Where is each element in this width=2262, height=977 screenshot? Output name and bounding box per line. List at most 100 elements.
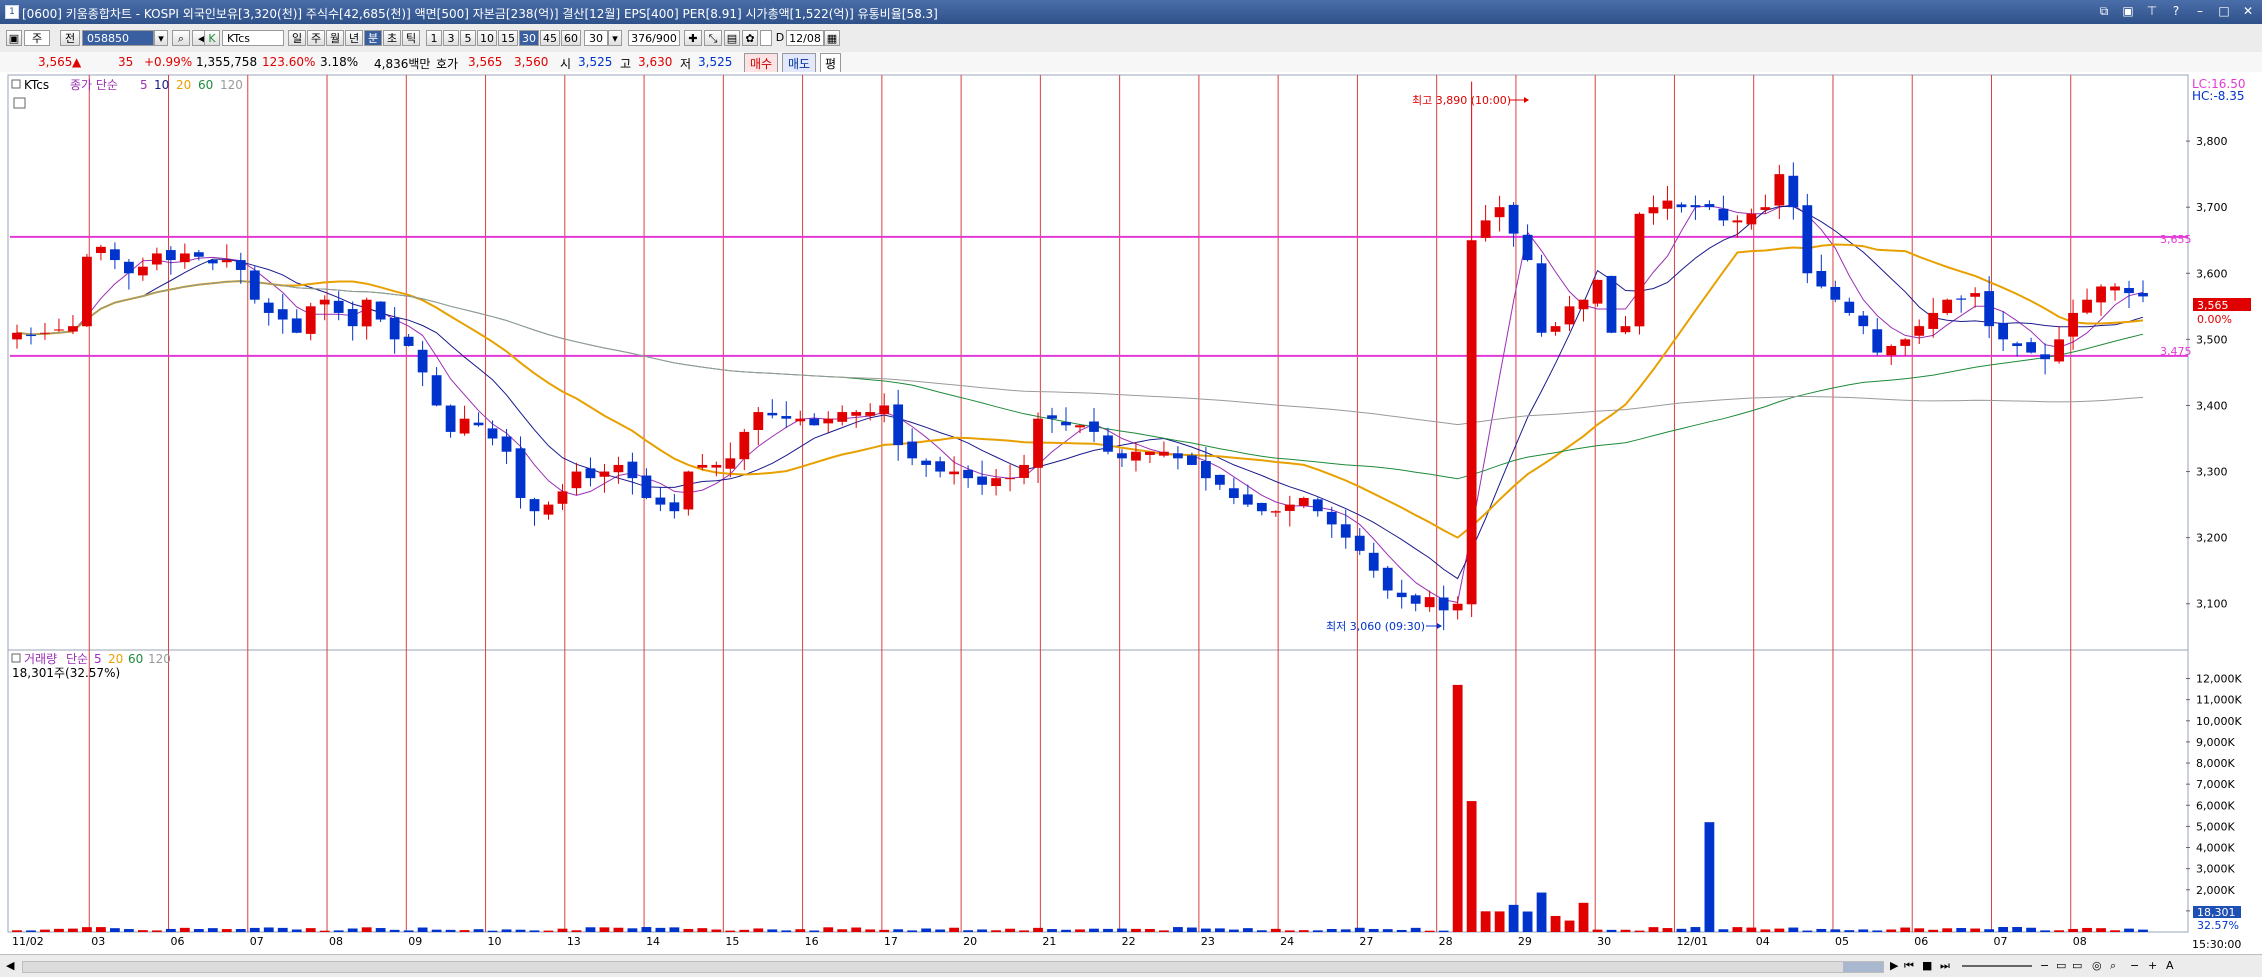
link-icon[interactable]: ⧉ — [2096, 3, 2112, 19]
volume-bar — [1858, 929, 1869, 932]
stock-code-input[interactable]: 058850 — [82, 30, 154, 46]
candle-body — [2068, 312, 2078, 337]
refresh-icon[interactable]: ◎ — [2092, 959, 2102, 972]
current-price-tag-text: 3,565 — [2197, 299, 2229, 312]
minute-30-button[interactable]: 30 — [519, 30, 539, 46]
minute-10-button[interactable]: 10 — [477, 30, 497, 46]
volume-bar — [2026, 927, 2037, 932]
panel-toggle-icon[interactable] — [11, 79, 21, 89]
minute-3-button[interactable]: 3 — [443, 30, 459, 46]
date-input[interactable]: 12/08 — [786, 30, 824, 46]
pin-icon[interactable]: ⊤ — [2144, 3, 2160, 19]
scroll-left-icon[interactable]: ◀ — [6, 959, 14, 972]
candle-body — [599, 471, 610, 477]
buy-button[interactable]: 매수 — [744, 53, 779, 74]
stock-name-field[interactable]: KTcs — [222, 30, 284, 46]
candle-body — [1284, 504, 1295, 511]
pattern-icon[interactable]: ⤡ — [704, 30, 722, 46]
date-checkbox[interactable] — [760, 30, 772, 46]
price-legend-ma10: 10 — [154, 78, 169, 92]
minute-45-button[interactable]: 45 — [540, 30, 560, 46]
volume-panel-toggle-icon[interactable] — [11, 653, 21, 663]
volume-bar — [1214, 928, 1225, 932]
scroll-last-icon[interactable]: ⏭ — [1940, 959, 1950, 973]
calendar-icon[interactable]: ▦ — [824, 30, 840, 46]
candle-body — [991, 478, 1001, 487]
zoom-plus-icon[interactable]: + — [2148, 959, 2157, 972]
chevron-down-icon[interactable]: ▾ — [154, 30, 168, 46]
chevron-down-icon[interactable]: ▾ — [608, 30, 622, 46]
volume-bar — [1606, 929, 1617, 932]
candle-body — [921, 460, 932, 465]
candle-body — [1578, 299, 1589, 310]
period-year-button[interactable]: 년 — [345, 30, 363, 46]
eval-button[interactable]: 평 — [820, 53, 842, 74]
volume-tick-label: 4,000K — [2196, 842, 2235, 855]
zoom-magnify-icon[interactable]: ⌕ — [2110, 959, 2116, 973]
price-tick-label: 3,700 — [2196, 201, 2228, 214]
volume-tick-label: 8,000K — [2196, 757, 2235, 770]
candle-body — [977, 476, 987, 485]
zoom-fit-icon[interactable]: ▭ — [2056, 959, 2066, 972]
chart-app-icon[interactable]: 1 — [5, 5, 19, 19]
period-second-button[interactable]: 초 — [383, 30, 401, 46]
minimize-icon[interactable]: – — [2192, 3, 2208, 19]
candle-body — [445, 405, 456, 432]
indicator-icon[interactable]: ✚ — [684, 30, 702, 46]
scrollbar-thumb[interactable] — [1843, 962, 1883, 972]
zoom-fit2-icon[interactable]: ▭ — [2072, 959, 2082, 972]
candle-body — [1480, 220, 1491, 238]
volume-bar — [1298, 930, 1309, 932]
chart-type-icon[interactable]: ▣ — [6, 30, 22, 46]
minute-1-button[interactable]: 1 — [426, 30, 442, 46]
volume-bar — [1620, 929, 1631, 932]
interval-input[interactable]: 30 — [584, 30, 608, 46]
scroll-first-icon[interactable]: ⏮ — [1904, 959, 1914, 973]
period-week-button[interactable]: 주 — [307, 30, 325, 46]
volume-value: 1,355,758 — [196, 55, 258, 69]
minute-5-button[interactable]: 5 — [460, 30, 476, 46]
period-month-button[interactable]: 월 — [326, 30, 344, 46]
layout-icon[interactable]: ▣ — [2120, 3, 2136, 19]
volume-bar — [375, 928, 386, 932]
candle-body — [263, 302, 274, 313]
period-day-button[interactable]: 일 — [288, 30, 306, 46]
hc-label: HC:-8.35 — [2192, 89, 2245, 103]
zoom-out-minus-icon[interactable]: − — [2040, 959, 2049, 972]
data-count-field[interactable]: 376/900 — [628, 30, 680, 46]
volume-bar — [151, 930, 162, 932]
period-minute-button[interactable]: 분 — [364, 30, 382, 46]
volume-panel — [7, 649, 2189, 933]
candle-body — [151, 253, 162, 265]
chart-area[interactable]: 3,800 3,700 3,600 3,500 3,400 3,300 3,200 3,100… — [0, 72, 2262, 954]
zoom-slider[interactable] — [1962, 965, 2032, 967]
maximize-icon[interactable]: □ — [2216, 3, 2232, 19]
volume-bar — [1648, 927, 1659, 932]
font-size-icon[interactable]: A — [2166, 959, 2174, 972]
volume-bar — [1075, 929, 1085, 932]
market-select[interactable]: 주 — [24, 30, 50, 46]
candle-body — [627, 461, 638, 479]
close-icon[interactable]: ✕ — [2240, 3, 2256, 19]
candle-body — [1564, 306, 1575, 325]
candle-body — [68, 326, 78, 332]
sell-button[interactable]: 매도 — [782, 53, 817, 74]
minute-60-button[interactable]: 60 — [561, 30, 581, 46]
help-icon[interactable]: ? — [2168, 3, 2184, 19]
chart-canvas[interactable]: 3,800 3,700 3,600 3,500 3,400 3,300 3,200 3,100… — [0, 72, 2262, 954]
stop-icon[interactable]: ■ — [1922, 959, 1932, 972]
candle-body — [1984, 291, 1995, 327]
x-tick-label: 22 — [1122, 935, 1136, 948]
scroll-right-icon[interactable]: ▶ — [1890, 959, 1898, 972]
search-icon[interactable]: ⌕ — [172, 30, 190, 46]
candle-body — [137, 266, 148, 276]
save-icon[interactable]: ▤ — [724, 30, 740, 46]
horizontal-scrollbar[interactable] — [22, 961, 1884, 973]
period-tick-button[interactable]: 틱 — [402, 30, 420, 46]
grid-toggle-icon[interactable] — [13, 97, 26, 109]
volume-bar — [879, 929, 890, 932]
settings-icon[interactable]: ✿ — [742, 30, 758, 46]
zoom-minus-icon[interactable]: − — [2130, 959, 2139, 972]
all-button[interactable]: 전 — [60, 30, 80, 46]
minute-15-button[interactable]: 15 — [498, 30, 518, 46]
